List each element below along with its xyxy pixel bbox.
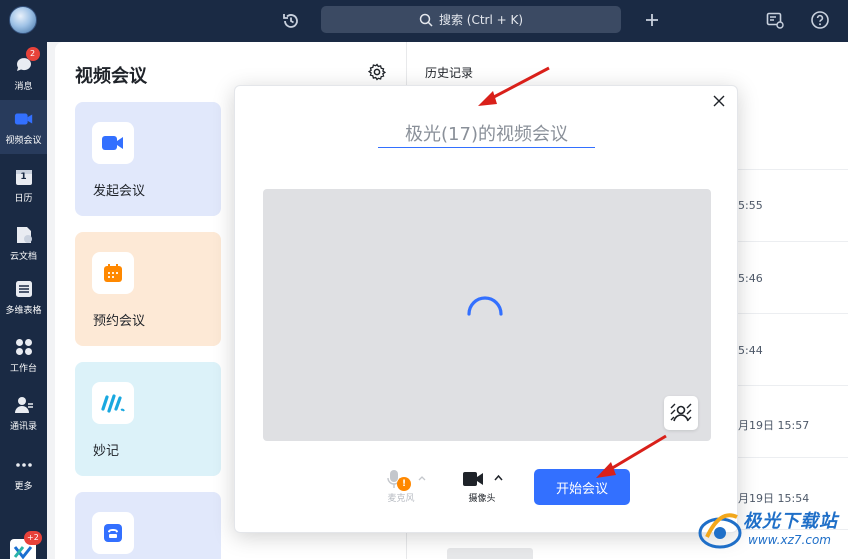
microphone-control[interactable]: ! 麦克风 (383, 469, 426, 504)
cloud-doc-icon (14, 225, 34, 245)
loading-spinner-icon (467, 296, 503, 316)
nav-item-messages[interactable]: 2 消息 (0, 46, 47, 100)
watermark-url: www.xz7.com (748, 533, 831, 547)
video-camera-icon (92, 122, 134, 164)
meeting-title-input[interactable]: 极光(17)的视频会议 (378, 122, 595, 148)
schedule-meeting-card[interactable]: 预约会议 (75, 232, 221, 346)
close-icon[interactable] (710, 92, 728, 110)
mic-warning-badge: ! (397, 477, 411, 491)
camera-preview (263, 189, 711, 441)
card-label: 妙记 (93, 444, 120, 459)
user-avatar[interactable] (9, 6, 37, 34)
mic-label: 麦克风 (387, 494, 415, 504)
nav-item-more[interactable]: 更多 (0, 446, 47, 500)
nav-item-workplace[interactable]: 工作台 (0, 328, 47, 382)
nav-item-bitable[interactable]: 多维表格 (0, 270, 47, 324)
nav-item-calendar[interactable]: 1 日历 (0, 158, 47, 212)
nav-label: 视频会议 (5, 135, 42, 146)
chevron-up-icon[interactable] (494, 474, 503, 481)
history-title: 历史记录 (425, 66, 474, 80)
camera-control[interactable]: 摄像头 (460, 469, 504, 504)
app-badge: +2 (24, 531, 42, 545)
camera-icon (463, 472, 483, 486)
meeting-preview-dialog: 极光(17)的视频会议 ! 麦克风 摄像头 开始会议 (234, 85, 738, 533)
camera-label: 摄像头 (468, 494, 496, 504)
left-sidebar: 2 消息 视频会议 1 日历 云文档 多维表格 工作台 通讯录 更多 +2 (0, 42, 47, 559)
help-icon[interactable] (808, 8, 832, 32)
calendar-icon: 1 (14, 167, 34, 187)
history-loading-placeholder (447, 548, 533, 559)
chat-bubble-icon: 2 (14, 46, 40, 75)
phone-icon (92, 512, 134, 554)
phone-meeting-card[interactable] (75, 492, 221, 559)
start-meeting-card[interactable]: 发起会议 (75, 102, 221, 216)
nav-label: 日历 (14, 193, 33, 204)
card-label: 预约会议 (93, 314, 146, 329)
history-time: 5:55 (738, 199, 763, 212)
history-time: 5:46 (738, 272, 763, 285)
minutes-card[interactable]: 妙记 (75, 362, 221, 476)
calendar-day: 1 (20, 171, 27, 182)
history-time: 月19日 15:57 (738, 419, 810, 432)
search-icon (419, 13, 433, 27)
nav-label: 云文档 (9, 251, 37, 262)
history-time: 5:44 (738, 344, 763, 357)
nav-item-contacts[interactable]: 通讯录 (0, 386, 47, 440)
app-grid-icon (14, 337, 34, 357)
nav-label: 通讯录 (9, 421, 37, 432)
minutes-icon (92, 382, 134, 424)
search-input[interactable]: 搜索 (Ctrl + K) (321, 6, 621, 33)
panel-title: 视频会议 (75, 66, 147, 87)
chevron-up-icon[interactable] (418, 475, 426, 481)
nav-label: 多维表格 (5, 305, 42, 316)
nav-item-video-meeting[interactable]: 视频会议 (0, 100, 47, 154)
virtual-background-icon (670, 403, 692, 422)
nav-label: 工作台 (9, 363, 37, 374)
site-watermark: 极光下载站 www.xz7.com (693, 503, 843, 555)
nav-label: 更多 (14, 481, 33, 492)
search-placeholder: 搜索 (Ctrl + K) (438, 13, 524, 27)
contacts-icon (14, 395, 34, 415)
video-camera-icon (14, 109, 34, 129)
more-dots-icon (14, 455, 34, 475)
watermark-text: 极光下载站 (743, 511, 838, 532)
gear-icon[interactable] (367, 62, 387, 82)
watermark-logo-icon (698, 513, 742, 549)
app-shortcut[interactable]: +2 (10, 531, 42, 559)
start-meeting-button[interactable]: 开始会议 (534, 469, 630, 505)
nav-label: 消息 (14, 81, 33, 92)
calendar-icon (92, 252, 134, 294)
nav-item-docs[interactable]: 云文档 (0, 216, 47, 270)
notification-settings-icon[interactable] (763, 8, 787, 32)
card-label: 发起会议 (93, 184, 146, 199)
top-bar: 搜索 (Ctrl + K) (0, 0, 848, 42)
plus-icon[interactable] (640, 8, 664, 32)
messages-badge: 2 (25, 46, 40, 61)
table-icon (14, 279, 34, 299)
history-clock-icon[interactable] (279, 9, 303, 33)
virtual-background-button[interactable] (664, 396, 698, 430)
